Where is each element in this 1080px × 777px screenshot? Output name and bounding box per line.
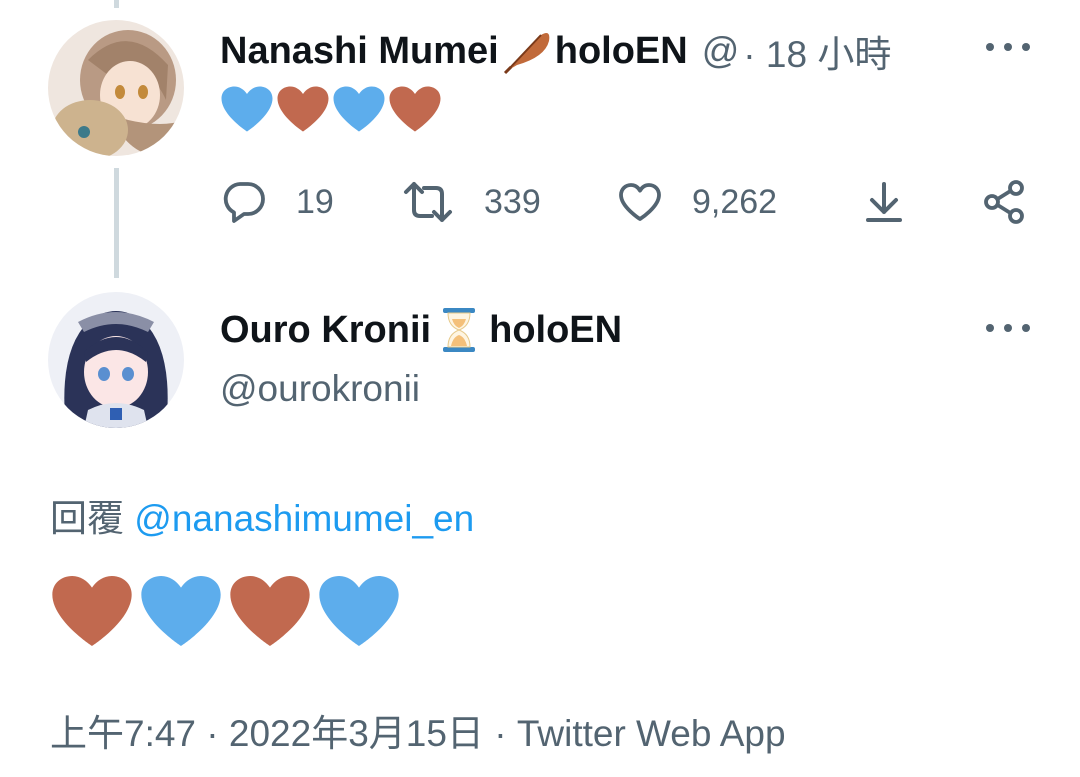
retweet-icon — [404, 182, 452, 222]
retweet-count: 339 — [484, 182, 541, 221]
author-name[interactable]: Nanashi Mumei holoEN @ · 18 小時 — [220, 24, 891, 78]
avatar-ouro-kronii[interactable] — [48, 292, 184, 428]
tweet-text — [220, 84, 442, 134]
share-button[interactable] — [980, 178, 1056, 226]
blue-heart-icon — [333, 86, 385, 132]
blue-heart-icon — [319, 576, 399, 646]
reply-prefix: 回覆 — [50, 498, 124, 539]
timestamp-relative[interactable]: · 18 小時 — [743, 24, 891, 78]
like-count: 9,262 — [692, 182, 778, 221]
bookmark-download-button[interactable] — [860, 178, 936, 226]
author-name[interactable]: Ouro Kronii holoEN — [220, 306, 622, 354]
heart-outline-icon — [619, 183, 661, 221]
tweet-timestamp[interactable]: 上午7:47 · 2022年3月15日 · Twitter Web App — [50, 703, 786, 757]
reply-button[interactable]: 19 — [220, 178, 334, 226]
tweet-text — [50, 573, 401, 649]
reply-to-handle-link[interactable]: @nanashimumei_en — [134, 498, 474, 539]
reply-context: 回覆 @nanashimumei_en — [50, 488, 474, 542]
more-options-button[interactable] — [986, 322, 1030, 334]
name-suffix: holoEN — [554, 29, 688, 72]
retweet-button[interactable]: 339 — [400, 178, 541, 226]
brown-heart-icon — [389, 86, 441, 132]
share-icon — [984, 180, 1024, 224]
hourglass-icon — [439, 306, 483, 354]
blue-heart-icon — [141, 576, 221, 646]
handle-truncated[interactable]: @ — [702, 30, 740, 72]
brown-heart-icon — [277, 86, 329, 132]
like-button[interactable]: 9,262 — [616, 178, 777, 226]
reply-icon — [223, 182, 265, 223]
avatar-nanashi-mumei[interactable] — [48, 20, 184, 156]
blue-heart-icon — [221, 86, 273, 132]
feather-icon — [501, 27, 553, 75]
author-handle[interactable]: @ourokronii — [220, 368, 420, 410]
thread-line — [114, 168, 119, 278]
brown-heart-icon — [230, 576, 310, 646]
display-name: Ouro Kronii — [220, 308, 432, 351]
brown-heart-icon — [52, 576, 132, 646]
reply-count: 19 — [296, 182, 334, 221]
more-options-button[interactable] — [986, 41, 1030, 53]
thread-line — [114, 0, 119, 8]
name-suffix: holoEN — [489, 308, 623, 351]
display-name: Nanashi Mumei — [220, 29, 499, 72]
download-arrow-icon — [866, 182, 902, 222]
